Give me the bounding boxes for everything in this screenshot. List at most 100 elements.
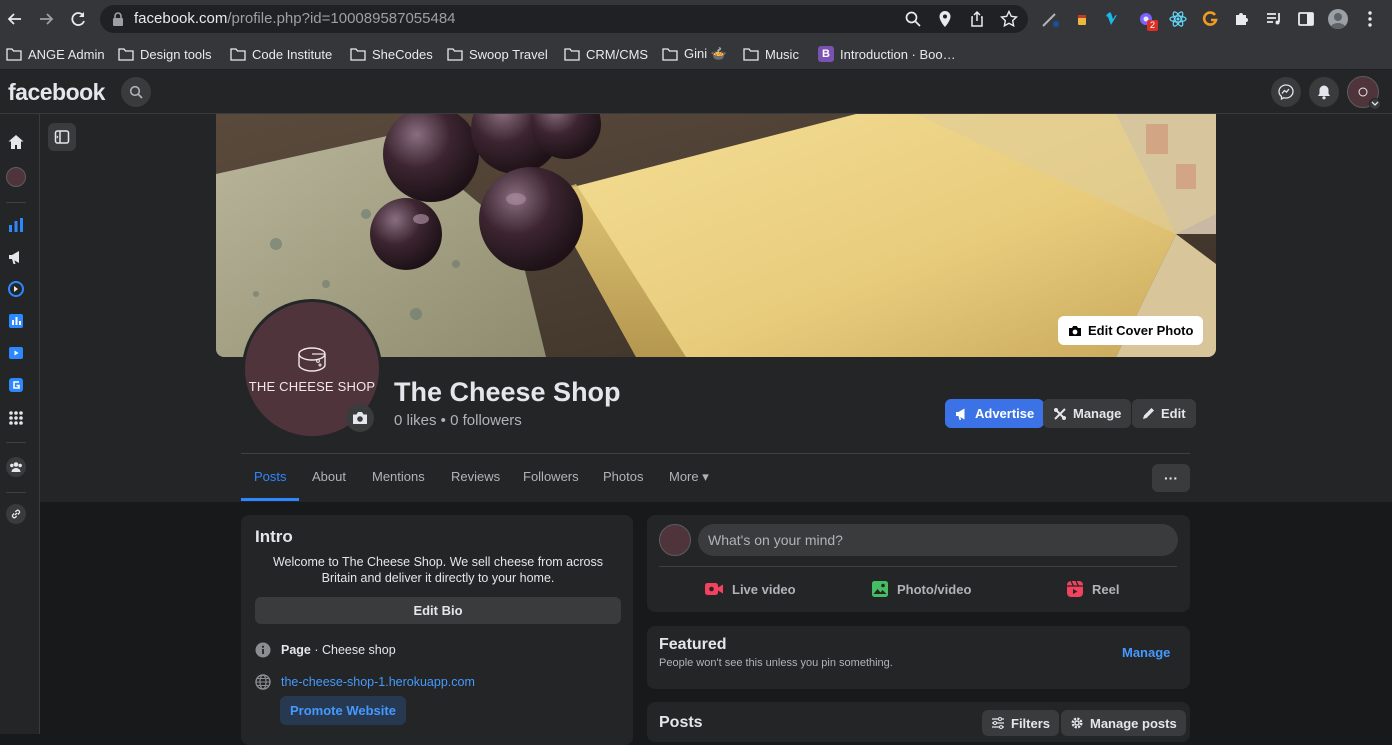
- messenger-icon: [1278, 84, 1294, 100]
- edit-page-button[interactable]: Edit: [1132, 399, 1196, 428]
- folder-icon: [230, 48, 246, 61]
- camera-icon: [1069, 325, 1081, 336]
- tab-posts[interactable]: Posts: [254, 469, 287, 484]
- video-icon[interactable]: [7, 344, 25, 362]
- tab-reviews[interactable]: Reviews: [451, 469, 500, 484]
- manage-posts-label: Manage posts: [1090, 715, 1177, 731]
- dashboard-icon[interactable]: [7, 312, 25, 330]
- media-queue-icon[interactable]: [1264, 9, 1284, 29]
- color-extension-icon[interactable]: 2: [1136, 9, 1158, 31]
- live-video-button[interactable]: Live video: [704, 579, 796, 599]
- tab-about[interactable]: About: [312, 469, 346, 484]
- bookmark-item[interactable]: ANGE Admin: [6, 44, 105, 64]
- creator-studio-icon[interactable]: [7, 376, 25, 394]
- bookmark-item[interactable]: B Introduction · Boo…: [818, 44, 956, 64]
- manage-page-button[interactable]: Manage: [1043, 399, 1132, 428]
- bookmark-item[interactable]: Gini 🍲: [662, 44, 727, 64]
- featured-manage-link[interactable]: Manage: [1122, 645, 1170, 660]
- bookmark-label: Design tools: [140, 46, 212, 62]
- collapse-sidebar-button[interactable]: [48, 123, 76, 151]
- side-panel-icon[interactable]: [1296, 9, 1316, 29]
- page-stats[interactable]: 0 likes • 0 followers: [394, 412, 522, 429]
- edit-bio-button[interactable]: Edit Bio: [255, 597, 621, 624]
- sidebar-toggle-icon: [54, 130, 70, 144]
- megaphone-icon[interactable]: [7, 248, 25, 266]
- bell-icon: [1318, 85, 1330, 100]
- bookmark-label: Introduction · Boo…: [840, 46, 956, 62]
- search-button[interactable]: [121, 77, 151, 107]
- bookmark-label: Code Institute: [252, 46, 333, 62]
- folder-icon: [564, 48, 580, 61]
- bookmark-item[interactable]: Code Institute: [230, 44, 332, 64]
- address-bar[interactable]: facebook.com/profile.php?id=100089587055…: [100, 5, 1028, 33]
- location-icon[interactable]: [936, 10, 954, 28]
- left-navigation-rail: [0, 114, 40, 734]
- composer-avatar[interactable]: [659, 524, 691, 556]
- manage-label: Manage: [1073, 406, 1122, 421]
- edit-cover-photo-button[interactable]: Edit Cover Photo: [1058, 316, 1204, 345]
- rail-divider: [6, 442, 26, 443]
- featured-subtitle: People won't see this unless you pin som…: [659, 657, 893, 669]
- pen-extension-icon[interactable]: [1040, 9, 1060, 29]
- tab-photos[interactable]: Photos: [603, 469, 643, 484]
- edit-cover-label: Edit Cover Photo: [1088, 323, 1194, 338]
- whats-on-your-mind-input[interactable]: What's on your mind?: [698, 524, 1178, 556]
- globe-icon: [255, 674, 271, 690]
- live-video-icon: [705, 583, 723, 595]
- share-icon[interactable]: [968, 10, 986, 28]
- info-icon: [255, 642, 271, 658]
- chevron-down-icon[interactable]: [1369, 98, 1381, 110]
- tools-icon: [1054, 407, 1066, 420]
- home-icon[interactable]: [7, 133, 25, 151]
- all-tools-icon[interactable]: [7, 409, 25, 427]
- reload-icon[interactable]: [68, 9, 88, 29]
- react-devtools-icon[interactable]: [1168, 9, 1188, 29]
- cup-extension-icon[interactable]: [1072, 9, 1092, 29]
- bookmark-item[interactable]: Music: [743, 44, 799, 64]
- page-avatar-icon[interactable]: [6, 167, 26, 187]
- browser-profile-avatar[interactable]: [1328, 9, 1348, 29]
- bookmark-star-icon[interactable]: [1000, 10, 1018, 28]
- advertise-button[interactable]: Advertise: [945, 399, 1045, 428]
- forward-icon[interactable]: [36, 9, 56, 29]
- browser-menu-icon[interactable]: [1360, 9, 1380, 29]
- puzzle-extensions-icon[interactable]: [1232, 9, 1252, 29]
- back-icon[interactable]: [5, 9, 25, 29]
- update-profile-picture-button[interactable]: [346, 404, 374, 432]
- insights-icon[interactable]: [7, 216, 25, 234]
- bookmark-item[interactable]: CRM/CMS: [564, 44, 648, 64]
- url-text: facebook.com/profile.php?id=100089587055…: [134, 10, 456, 27]
- vimeo-icon[interactable]: [1104, 9, 1124, 29]
- header-divider: [241, 453, 1190, 454]
- cheese-logo-icon: [1358, 87, 1368, 97]
- grammarly-icon[interactable]: [1200, 9, 1220, 29]
- folder-icon: [350, 48, 366, 61]
- facebook-logo[interactable]: facebook: [8, 79, 105, 106]
- rail-divider: [6, 202, 26, 203]
- tab-mentions[interactable]: Mentions: [372, 469, 425, 484]
- photo-video-button[interactable]: Photo/video: [871, 579, 971, 599]
- bookmark-item[interactable]: Design tools: [118, 44, 212, 64]
- messenger-button[interactable]: [1271, 77, 1301, 107]
- bookmark-item[interactable]: Swoop Travel: [447, 44, 548, 64]
- meta-business-icon[interactable]: [7, 280, 25, 298]
- account-avatar[interactable]: [1347, 76, 1381, 110]
- reel-icon: [1067, 580, 1083, 597]
- notifications-button[interactable]: [1309, 77, 1339, 107]
- folder-icon: [6, 48, 22, 61]
- people-icon[interactable]: [6, 457, 26, 477]
- link-icon[interactable]: [6, 504, 26, 524]
- tab-more[interactable]: More ▾: [669, 469, 709, 485]
- promote-website-button[interactable]: Promote Website: [280, 696, 406, 725]
- more-options-button[interactable]: ···: [1152, 464, 1190, 492]
- folder-icon: [118, 48, 134, 61]
- reel-button[interactable]: Reel: [1066, 579, 1119, 599]
- filter-icon: [992, 717, 1004, 729]
- tab-followers[interactable]: Followers: [523, 469, 579, 484]
- filters-button[interactable]: Filters: [982, 710, 1060, 736]
- zoom-icon[interactable]: [904, 10, 922, 28]
- manage-posts-button[interactable]: Manage posts: [1061, 710, 1186, 736]
- website-link[interactable]: the-cheese-shop-1.herokuapp.com: [281, 675, 475, 689]
- bookmark-item[interactable]: SheCodes: [350, 44, 433, 64]
- page-title: The Cheese Shop: [394, 377, 621, 407]
